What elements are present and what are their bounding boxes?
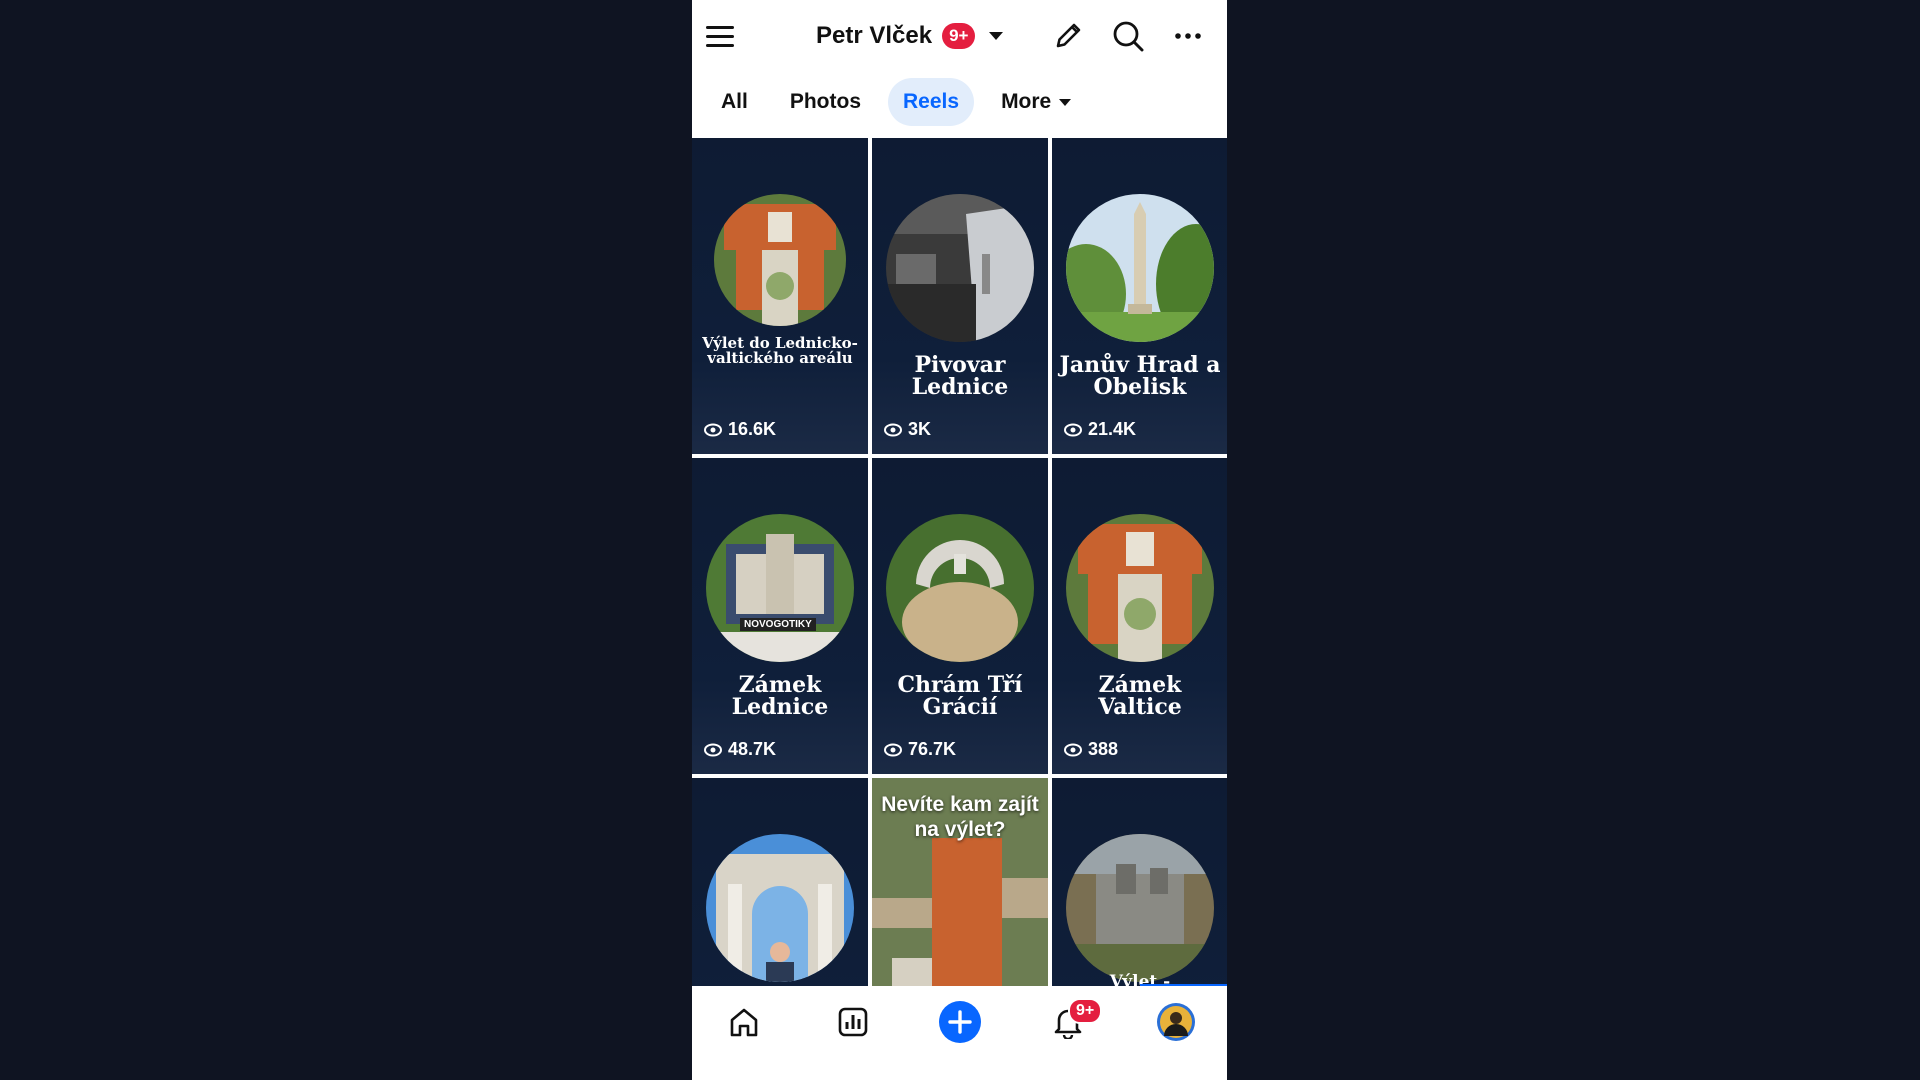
- reel-title: Janův Hrad a Obelisk: [1059, 352, 1221, 400]
- reel-tile[interactable]: Pivovar Lednice 3K: [872, 138, 1048, 454]
- reel-thumbnail: [1066, 194, 1214, 342]
- view-count: 76.7K: [884, 739, 956, 760]
- view-count-value: 76.7K: [908, 739, 957, 759]
- reel-tile[interactable]: Janův Hrad a Obelisk 21.4K: [1052, 138, 1227, 454]
- reel-title: Pivovar Lednice: [911, 352, 1009, 400]
- reel-title: Výlet do Lednicko-valtického areálu: [702, 334, 858, 367]
- reel-tile[interactable]: Zámek Valtice 388: [1052, 458, 1227, 774]
- filter-tabs: All Photos Reels More: [692, 76, 1227, 128]
- reel-tile[interactable]: [692, 778, 868, 986]
- view-count: 48.7K: [704, 739, 776, 760]
- view-count: 3K: [884, 419, 931, 440]
- reels-grid: Výlet do Lednicko-valtického areálu 16.6…: [692, 138, 1227, 986]
- chevron-down-icon: [1059, 98, 1072, 106]
- reel-title: Chrám Tří Grácií: [897, 672, 1023, 720]
- reel-thumbnail: [1066, 834, 1214, 982]
- view-count: 16.6K: [704, 419, 776, 440]
- reel-thumbnail: [1066, 514, 1214, 662]
- search-icon[interactable]: [1110, 18, 1146, 54]
- view-count-value: 48.7K: [728, 739, 777, 759]
- thumbnail-sticker: NOVOGOTIKY: [740, 618, 816, 631]
- tab-photos[interactable]: Photos: [775, 78, 876, 126]
- eye-icon: [1064, 423, 1082, 436]
- tab-reels[interactable]: Reels: [888, 78, 975, 126]
- reel-tile[interactable]: Nevíte kam zajít na výlet?: [872, 778, 1048, 986]
- eye-icon: [884, 423, 902, 436]
- eye-icon: [1064, 743, 1082, 756]
- reel-thumbnail: [706, 834, 854, 982]
- pencil-icon[interactable]: [1050, 18, 1086, 54]
- eye-icon: [704, 423, 722, 436]
- view-count-value: 388: [1088, 739, 1119, 759]
- bar-chart-icon[interactable]: [831, 1000, 875, 1044]
- hamburger-icon[interactable]: [704, 20, 736, 52]
- phone-screen: Petr Vlček 9+ All Photos Reels More Výle…: [692, 0, 1227, 1080]
- tab-label: Photos: [789, 90, 862, 113]
- page-title: Petr Vlček: [816, 22, 933, 49]
- chevron-down-icon: [989, 32, 1004, 40]
- view-count-value: 3K: [908, 419, 932, 439]
- home-icon[interactable]: [722, 1000, 766, 1044]
- reel-thumbnail: [714, 194, 846, 326]
- title-notification-badge: 9+: [942, 23, 976, 49]
- reel-thumbnail: [886, 194, 1034, 342]
- profile-switcher[interactable]: Petr Vlček 9+: [816, 18, 1004, 54]
- top-bar: Petr Vlček 9+: [692, 0, 1227, 72]
- eye-icon: [704, 743, 722, 756]
- bottom-nav: 9+: [692, 986, 1227, 1080]
- reel-title: Zámek Valtice: [1098, 672, 1182, 720]
- tab-all[interactable]: All: [706, 78, 763, 126]
- reel-title: Nevíte kam zajít na výlet?: [881, 793, 1039, 842]
- eye-icon: [884, 743, 902, 756]
- view-count: 388: [1064, 739, 1118, 760]
- reel-tile[interactable]: Chrám Tří Grácií 76.7K: [872, 458, 1048, 774]
- ellipsis-icon[interactable]: [1170, 18, 1206, 54]
- plus-circle-icon[interactable]: [938, 1000, 982, 1044]
- view-count-value: 16.6K: [728, 419, 777, 439]
- reel-title: Zámek Lednice: [731, 672, 829, 720]
- tab-label: Reels: [903, 90, 960, 113]
- avatar[interactable]: [1154, 1000, 1198, 1044]
- notifications-badge: 9+: [1068, 998, 1103, 1024]
- tab-more[interactable]: More: [986, 78, 1086, 126]
- view-count: 21.4K: [1064, 419, 1136, 440]
- reel-tile[interactable]: Výlet -: [1052, 778, 1227, 986]
- reel-tile[interactable]: Výlet do Lednicko-valtického areálu 16.6…: [692, 138, 868, 454]
- reel-tile[interactable]: NOVOGOTIKY Zámek Lednice 48.7K: [692, 458, 868, 774]
- tab-label: More: [1001, 90, 1052, 113]
- view-count-value: 21.4K: [1088, 419, 1137, 439]
- reel-thumbnail: NOVOGOTIKY: [706, 514, 854, 662]
- tab-label: All: [721, 90, 748, 113]
- reel-thumbnail: [886, 514, 1034, 662]
